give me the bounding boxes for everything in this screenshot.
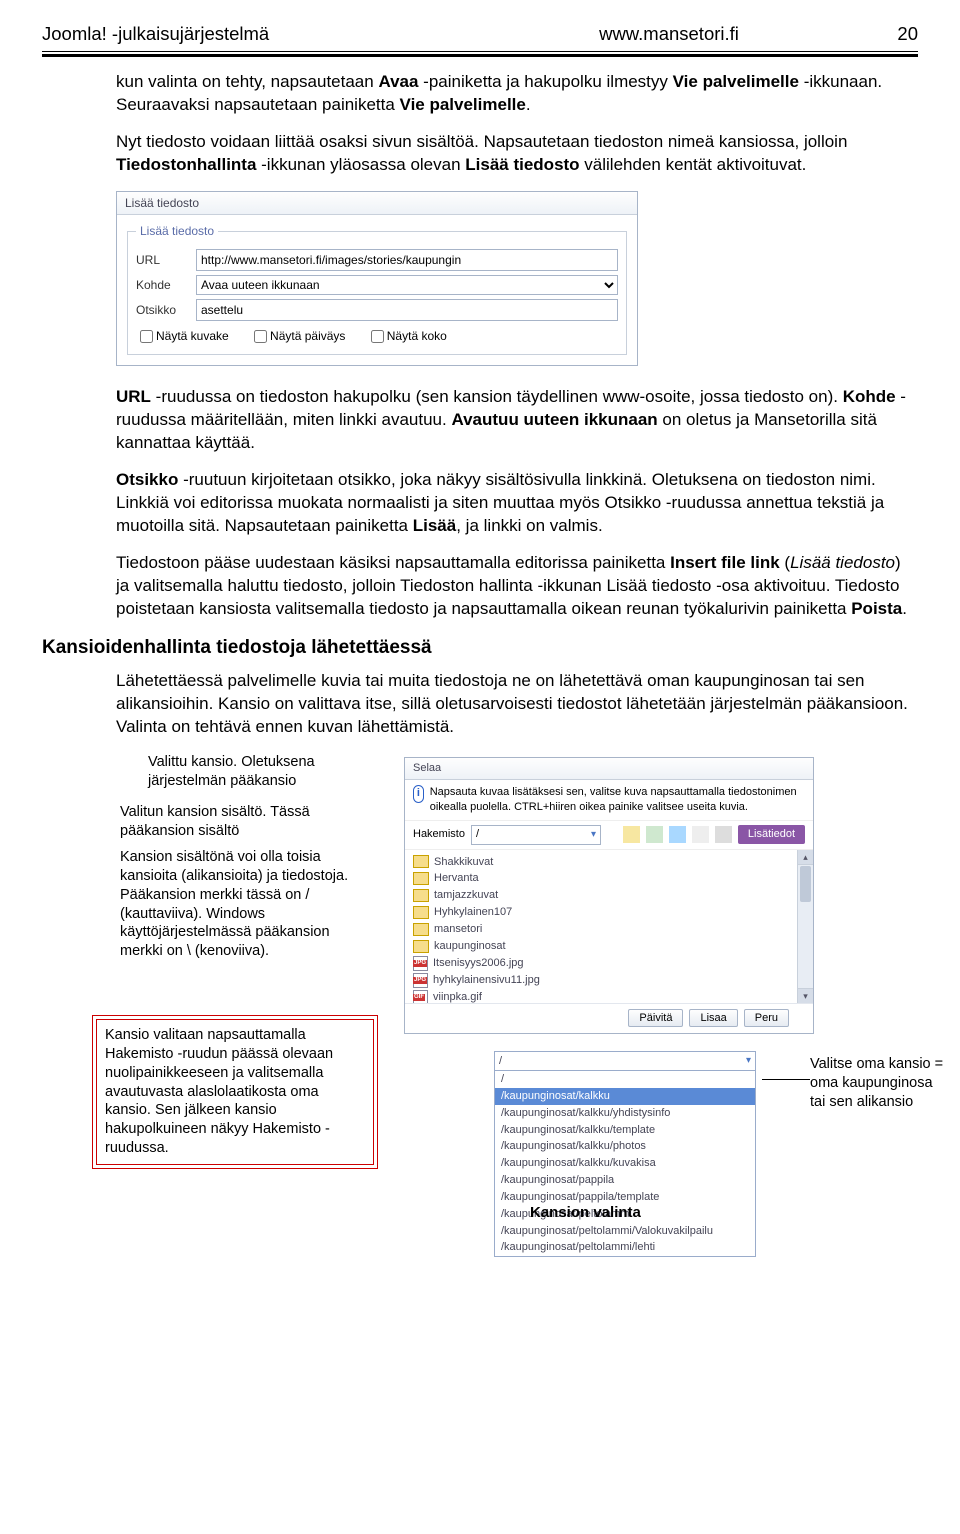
scroll-down-icon[interactable]: ▾ xyxy=(798,988,813,1003)
list-item-label: hyhkylainensivu11.jpg xyxy=(433,973,540,988)
dropdown-option[interactable]: /kaupunginosat/kalkku xyxy=(495,1088,755,1105)
list-item-label: mansetori xyxy=(434,922,482,937)
file-icon: JPG xyxy=(413,973,428,988)
view-list-icon[interactable] xyxy=(692,826,709,843)
update-button[interactable]: Päivitä xyxy=(628,1009,683,1028)
list-item[interactable]: Hervanta xyxy=(405,870,813,887)
screenshot-browse-dialog: Selaa i Napsauta kuvaa lisätäksesi sen, … xyxy=(404,757,814,1034)
dialog-tab[interactable]: Lisää tiedosto xyxy=(117,192,637,215)
folder-icon xyxy=(413,940,429,953)
dropdown-option[interactable]: / xyxy=(495,1071,755,1088)
file-icon: GIF xyxy=(413,990,428,1003)
cb-show-date[interactable] xyxy=(254,330,267,343)
note-folder-contents: Valitun kansion sisältö. Tässä pääkansio… xyxy=(120,803,360,841)
scrollbar[interactable]: ▴ ▾ xyxy=(797,850,813,1003)
note-choose-folder: Kansio valitaan napsauttamalla Hakemisto… xyxy=(96,1019,374,1165)
dropdown-option[interactable]: /kaupunginosat/kalkku/template xyxy=(495,1122,755,1139)
cb-show-size[interactable] xyxy=(371,330,384,343)
list-item[interactable]: tamjazzkuvat xyxy=(405,887,813,904)
para-6: Lähetettäessä palvelimelle kuvia tai mui… xyxy=(116,670,918,739)
chevron-down-icon: ▾ xyxy=(746,1054,751,1068)
fieldset-legend: Lisää tiedosto xyxy=(136,223,218,239)
dropdown-option[interactable]: /kaupunginosat/peltolammi/Valokuvakilpai… xyxy=(495,1223,755,1240)
folder-icon xyxy=(413,872,429,885)
checkbox-row: Näytä kuvake Näytä päiväys Näytä koko xyxy=(136,327,618,346)
kohde-label: Kohde xyxy=(136,277,196,293)
browse-title: Selaa xyxy=(405,758,813,780)
new-folder-icon[interactable] xyxy=(669,826,686,843)
view-thumbs-icon[interactable] xyxy=(715,826,732,843)
folder-icon xyxy=(413,906,429,919)
list-item-label: Shakkikuvat xyxy=(434,855,493,870)
hakemisto-select[interactable]: / ▾ xyxy=(471,825,601,845)
list-item-label: Hervanta xyxy=(434,871,479,886)
folder-icon xyxy=(413,889,429,902)
list-item-label: Itsenisyys2006.jpg xyxy=(433,956,524,971)
dropdown-option[interactable]: /kaupunginosat/kalkku/photos xyxy=(495,1138,755,1155)
hakemisto-label: Hakemisto xyxy=(413,827,465,842)
list-item[interactable]: JPG Itsenisyys2006.jpg xyxy=(405,955,813,972)
refresh-icon[interactable] xyxy=(646,826,663,843)
otsikko-input[interactable] xyxy=(196,299,618,321)
details-button[interactable]: Lisätiedot xyxy=(738,825,805,844)
screenshot-add-file-dialog: Lisää tiedosto Lisää tiedosto URL Kohde … xyxy=(116,191,638,366)
section-folders-heading: Kansioidenhallinta tiedostoja lähetettäe… xyxy=(42,635,918,661)
dropdown-select[interactable]: / ▾ xyxy=(494,1051,756,1071)
file-list: ShakkikuvatHervanta tamjazzkuvat Hyhkylain… xyxy=(405,850,813,1003)
list-item[interactable]: Shakkikuvat xyxy=(405,854,813,871)
dropdown-option[interactable]: /kaupunginosat/kalkku/yhdistysinfo xyxy=(495,1105,755,1122)
para-1: kun valinta on tehty, napsautetaan Avaa … xyxy=(116,71,918,117)
kohde-select[interactable]: Avaa uuteen ikkunaan xyxy=(196,275,618,295)
file-icon: JPG xyxy=(413,956,428,971)
para-2: Nyt tiedosto voidaan liittää osaksi sivu… xyxy=(116,131,918,177)
header-left: Joomla! -julkaisujärjestelmä xyxy=(42,22,460,47)
header-page-number: 20 xyxy=(878,22,918,47)
folder-icon xyxy=(413,855,429,868)
folder-icon xyxy=(413,923,429,936)
add-button[interactable]: Lisaa xyxy=(689,1009,737,1028)
note-folder-marks: Kansion sisältönä voi olla toisia kansio… xyxy=(120,848,370,961)
list-item[interactable]: GIF viinpka.gif xyxy=(405,989,813,1003)
para-4: Otsikko -ruutuun kirjoitetaan otsikko, j… xyxy=(116,469,918,538)
cb-show-icon[interactable] xyxy=(140,330,153,343)
caption-folder-select: Kansion valinta xyxy=(530,1203,641,1223)
chevron-down-icon: ▾ xyxy=(591,828,596,842)
list-item[interactable]: JPG hyhkylainensivu11.jpg xyxy=(405,972,813,989)
dropdown-option[interactable]: /kaupunginosat/peltolammi/lehti xyxy=(495,1239,755,1256)
scroll-thumb[interactable] xyxy=(800,866,811,902)
list-item-label: tamjazzkuvat xyxy=(434,888,498,903)
list-item[interactable]: mansetori xyxy=(405,921,813,938)
list-item-label: viinpka.gif xyxy=(433,990,482,1003)
scroll-up-icon[interactable]: ▴ xyxy=(798,850,813,865)
header-site: www.mansetori.fi xyxy=(460,22,878,47)
cancel-button[interactable]: Peru xyxy=(744,1009,789,1028)
dropdown-option[interactable]: /kaupunginosat/kalkku/kuvakisa xyxy=(495,1155,755,1172)
list-item-label: Hyhkylainen107 xyxy=(434,905,512,920)
info-icon: i xyxy=(413,785,424,803)
up-folder-icon[interactable] xyxy=(623,826,640,843)
dropdown-option[interactable]: /kaupunginosat/pappila xyxy=(495,1172,755,1189)
url-label: URL xyxy=(136,252,196,268)
url-input[interactable] xyxy=(196,249,618,271)
list-item-label: kaupunginosat xyxy=(434,939,506,954)
list-item[interactable]: Hyhkylainen107 xyxy=(405,904,813,921)
list-item[interactable]: kaupunginosat xyxy=(405,938,813,955)
para-3: URL -ruudussa on tiedoston hakupolku (se… xyxy=(116,386,918,455)
otsikko-label: Otsikko xyxy=(136,302,196,318)
header-rule xyxy=(42,51,918,57)
note-selected-folder: Valittu kansio. Oletuksena järjestelmän … xyxy=(148,753,358,791)
note-own-folder: Valitse oma kansio = oma kaupunginosa ta… xyxy=(810,1055,950,1112)
info-text: Napsauta kuvaa lisätäksesi sen, valitse … xyxy=(430,785,805,815)
screenshot-folder-dropdown: / ▾ //kaupunginosat/kalkku/kaupunginosat… xyxy=(494,1051,756,1257)
para-5: Tiedostoon pääse uudestaan käsiksi napsa… xyxy=(116,552,918,621)
